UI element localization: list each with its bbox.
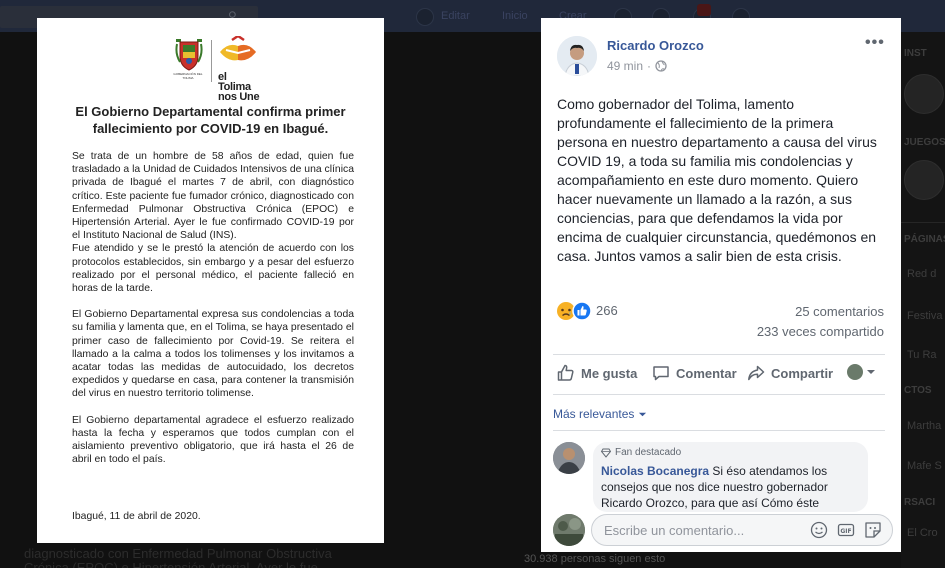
author-avatar[interactable] bbox=[557, 36, 597, 76]
tolima-nos-une-logo bbox=[220, 36, 256, 61]
audience-selector[interactable] bbox=[847, 364, 876, 380]
top-fan-label: Fan destacado bbox=[615, 447, 682, 458]
logos: GOBERNACIÓN DEL TOLIMA el Tolima nos Une bbox=[172, 36, 262, 103]
thumbs-up-icon bbox=[557, 364, 574, 381]
composer-avatar bbox=[553, 514, 585, 546]
logo-text-line: el Tolima bbox=[218, 71, 251, 93]
comment-bubble: Fan destacado Nicolas Bocanegra Si éso a… bbox=[593, 442, 868, 512]
page-photo-icon bbox=[553, 514, 585, 546]
logo-divider bbox=[211, 40, 212, 82]
comments-count[interactable]: 25 comentarios bbox=[795, 304, 884, 319]
right-item: Festiva bbox=[907, 310, 943, 322]
divider bbox=[553, 430, 885, 431]
share-icon bbox=[748, 365, 765, 381]
right-item: Martha bbox=[907, 420, 942, 432]
divider bbox=[553, 354, 885, 355]
reaction-count[interactable]: 266 bbox=[596, 303, 618, 318]
document-paragraph: El Gobierno Departamental expresa sus co… bbox=[72, 309, 354, 400]
logo-text-line: nos Une bbox=[218, 91, 260, 103]
background-text: Crónica (EPOC) e Hipertensión Arterial. … bbox=[24, 560, 318, 568]
right-item: El Cro bbox=[907, 527, 938, 539]
comment-input-placeholder: Escribe un comentario... bbox=[604, 523, 745, 538]
reaction-icons[interactable] bbox=[556, 301, 592, 321]
right-thumbnail bbox=[904, 74, 944, 114]
top-fan-badge: Fan destacado bbox=[601, 447, 681, 458]
comment-sort-label: Más relevantes bbox=[553, 407, 635, 421]
comment-sort-dropdown[interactable]: Más relevantes bbox=[553, 407, 647, 421]
background-text: diagnosticado con Enfermedad Pulmonar Ob… bbox=[24, 546, 332, 561]
composer-icons: GIF bbox=[810, 521, 882, 539]
press-release-image[interactable]: GOBERNACIÓN DEL TOLIMA el Tolima nos Une… bbox=[37, 18, 384, 543]
document-title: El Gobierno Departamental confirma prime… bbox=[75, 104, 346, 136]
right-section-label: INST bbox=[904, 48, 927, 59]
document-date: Ibagué, 11 de abril de 2020. bbox=[72, 511, 201, 522]
share-label: Compartir bbox=[771, 365, 834, 381]
comment-icon bbox=[653, 366, 669, 381]
comment-text: Nicolas Bocanegra Si éso atendamos los c… bbox=[601, 463, 863, 511]
meta-separator: · bbox=[647, 59, 652, 73]
right-section-label: PÁGINAS bbox=[904, 234, 945, 245]
like-reaction-icon bbox=[572, 301, 592, 321]
comment-button[interactable]: Comentar bbox=[652, 364, 737, 382]
tolima-logo-text: el Tolima nos Une bbox=[218, 71, 262, 103]
nav-home: Inicio bbox=[502, 10, 528, 22]
comment-input[interactable]: Escribe un comentario... GIF bbox=[591, 514, 893, 546]
right-section-label: JUEGOS bbox=[904, 137, 945, 148]
emoji-icon[interactable] bbox=[810, 521, 828, 539]
post-panel: Ricardo Orozco 49 min · ••• Como goberna… bbox=[541, 18, 901, 552]
post-text: Como gobernador del Tolima, lamento prof… bbox=[557, 96, 877, 264]
right-item: Mafe S bbox=[907, 460, 942, 472]
author-name[interactable]: Ricardo Orozco bbox=[607, 38, 704, 53]
svg-text:GIF: GIF bbox=[840, 528, 851, 535]
right-divider bbox=[901, 222, 945, 223]
caret-down-icon bbox=[639, 412, 647, 416]
more-options-button[interactable]: ••• bbox=[865, 34, 885, 52]
nav-edit: Editar bbox=[441, 10, 470, 22]
document-paragraph: Se trata de un hombre de 58 años de edad… bbox=[72, 151, 354, 242]
post-time[interactable]: 49 min bbox=[607, 59, 643, 73]
document-body: Se trata de un hombre de 58 años de edad… bbox=[72, 150, 354, 466]
profile-icon bbox=[416, 8, 434, 26]
gobernacion-caption: GOBERNACIÓN DEL TOLIMA bbox=[173, 72, 203, 80]
divider bbox=[553, 394, 885, 395]
gif-icon[interactable]: GIF bbox=[837, 521, 855, 539]
commenter-name[interactable]: Nicolas Bocanegra bbox=[601, 464, 709, 478]
commenter-photo-icon bbox=[553, 442, 585, 474]
commenter-avatar[interactable] bbox=[553, 442, 585, 474]
post-meta: 49 min · bbox=[607, 59, 667, 73]
gobernacion-shield-logo bbox=[175, 39, 203, 71]
right-section-label: CTOS bbox=[904, 385, 932, 396]
notification-badge bbox=[697, 4, 711, 16]
document-paragraph: El Gobierno departamental agradece el es… bbox=[72, 414, 354, 466]
author-photo-icon bbox=[557, 36, 597, 76]
right-section-label: RSACI bbox=[904, 497, 936, 508]
shares-count[interactable]: 233 veces compartido bbox=[757, 324, 884, 339]
public-globe-icon bbox=[655, 60, 667, 72]
share-button[interactable]: Compartir bbox=[747, 364, 833, 382]
document-paragraph: Fue atendido y se le prestó la atención … bbox=[72, 243, 354, 295]
sticker-icon[interactable] bbox=[864, 521, 882, 539]
post-actions: Me gusta Comentar Compartir bbox=[541, 358, 901, 390]
diamond-icon bbox=[601, 448, 611, 458]
right-item: Tu Ra bbox=[907, 349, 937, 361]
comment-label: Comentar bbox=[676, 365, 737, 381]
like-label: Me gusta bbox=[581, 365, 638, 381]
right-thumbnail bbox=[904, 160, 944, 200]
followers-count: 30.938 personas siguen esto bbox=[524, 553, 666, 565]
right-item: Red d bbox=[907, 268, 937, 280]
page-avatar-icon bbox=[847, 364, 863, 380]
like-button[interactable]: Me gusta bbox=[557, 364, 637, 382]
caret-down-icon bbox=[867, 370, 875, 374]
